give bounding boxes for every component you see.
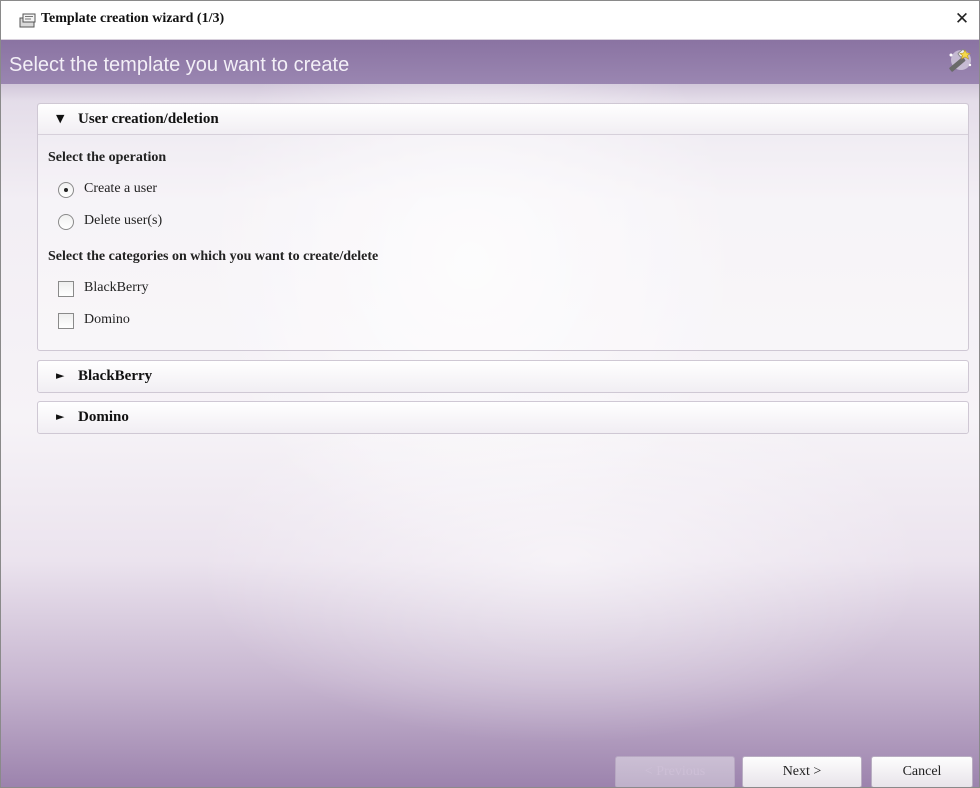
- template-icon: [19, 13, 36, 28]
- radio-selected-dot: [64, 188, 68, 192]
- wizard-header: Select the template you want to create: [1, 40, 979, 84]
- panel-header-user-creation-deletion[interactable]: ▼ User creation/deletion: [38, 104, 968, 135]
- panel-title: BlackBerry: [78, 368, 153, 384]
- radio-button[interactable]: [58, 214, 74, 230]
- checkbox-label: BlackBerry: [84, 280, 149, 295]
- next-button[interactable]: Next >: [742, 756, 862, 787]
- categories-label: Select the categories on which you want …: [48, 249, 379, 264]
- header-title: Select the template you want to create: [9, 54, 350, 76]
- operation-label: Select the operation: [48, 150, 167, 165]
- checkbox[interactable]: [58, 313, 74, 329]
- panel-title: Domino: [78, 409, 129, 425]
- wizard-window: Template creation wizard (1/3) ✕ Select …: [0, 0, 980, 788]
- collapse-arrow-icon: ►: [56, 369, 65, 382]
- panel-blackberry: ► BlackBerry: [37, 360, 969, 393]
- panel-title: User creation/deletion: [78, 111, 219, 127]
- panel-domino: ► Domino: [37, 401, 969, 434]
- close-icon[interactable]: ✕: [951, 7, 973, 31]
- expand-arrow-icon: ▼: [56, 112, 65, 125]
- window-title: Template creation wizard (1/3): [41, 11, 225, 26]
- collapse-arrow-icon: ►: [56, 410, 65, 423]
- title-bar: Template creation wizard (1/3) ✕: [1, 1, 979, 40]
- radio-label: Delete user(s): [84, 213, 163, 228]
- cancel-button[interactable]: Cancel: [871, 756, 973, 787]
- magic-wand-icon: [949, 49, 972, 72]
- panel-header-blackberry[interactable]: ► BlackBerry: [38, 361, 968, 392]
- checkbox-label: Domino: [84, 312, 130, 327]
- radio-label: Create a user: [84, 181, 158, 196]
- panel-header-domino[interactable]: ► Domino: [38, 402, 968, 433]
- panel-user-creation-deletion: ▼ User creation/deletion Select the oper…: [37, 103, 969, 351]
- checkbox[interactable]: [58, 281, 74, 297]
- radio-button[interactable]: [58, 182, 74, 198]
- previous-button[interactable]: < Previous: [615, 756, 735, 787]
